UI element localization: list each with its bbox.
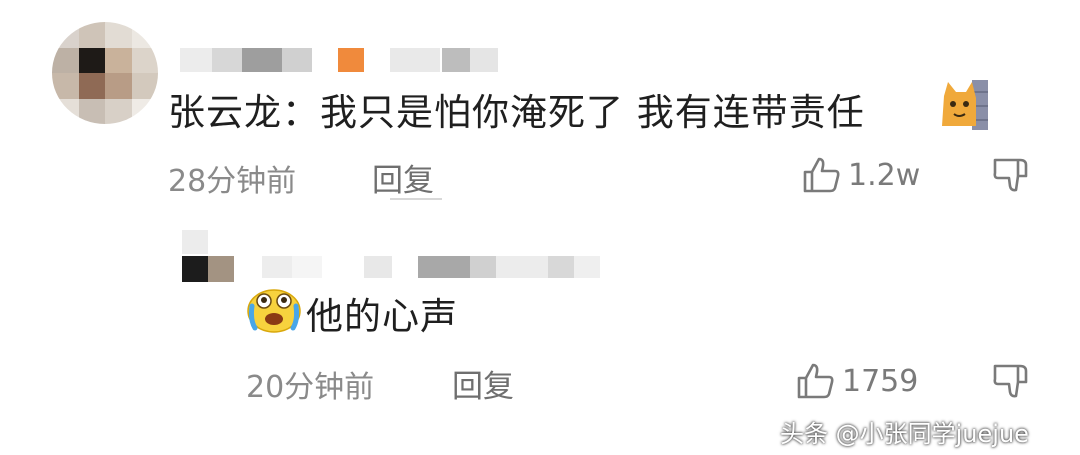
- reply-like-count: 1759: [842, 364, 919, 399]
- crying-face-emoji-icon: [246, 286, 302, 334]
- comment-text: 张云龙：我只是怕你淹死了 我有连带责任: [168, 91, 865, 134]
- cat-emoji-icon: [938, 76, 990, 132]
- level-badge: [338, 48, 364, 72]
- avatar[interactable]: [52, 22, 158, 124]
- reply-time: 20分钟前: [246, 370, 375, 405]
- thumbs-down-icon[interactable]: [992, 156, 1030, 194]
- watermark: 头条 @小张同学juejue: [780, 420, 1029, 448]
- reply-text: 他的心声: [306, 295, 458, 338]
- reply-reply-button[interactable]: 回复: [452, 361, 514, 406]
- comment-time: 28分钟前: [168, 164, 297, 199]
- reply-underline: [390, 198, 442, 200]
- reply-button[interactable]: 回复: [372, 155, 434, 200]
- thumbs-down-icon[interactable]: [992, 362, 1030, 400]
- thumbs-up-icon[interactable]: [802, 156, 842, 194]
- thumbs-up-icon[interactable]: [796, 362, 836, 400]
- like-count: 1.2w: [848, 158, 921, 193]
